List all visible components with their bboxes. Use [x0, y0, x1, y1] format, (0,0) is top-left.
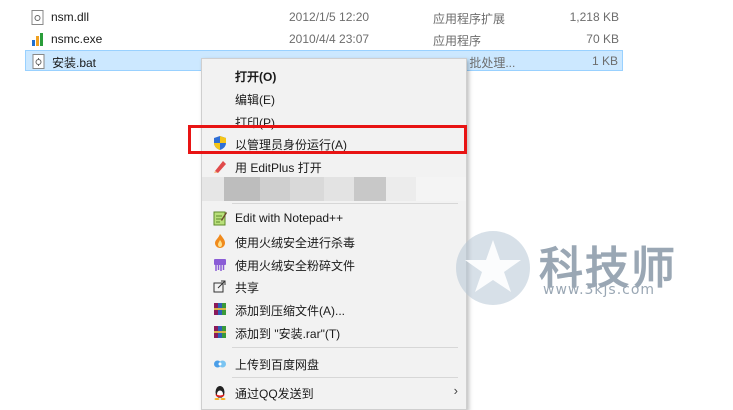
- huorong-flame-icon: [215, 234, 225, 248]
- file-row-nsm-dll[interactable]: nsm.dll 2012/1/5 12:20 应用程序扩展 1,218 KB: [25, 7, 623, 28]
- file-date: 2010/4/4 23:07: [289, 32, 370, 46]
- menu-item-label: 用 EditPlus 打开: [235, 161, 322, 175]
- menu-item-notepadpp[interactable]: Edit with Notepad++: [202, 207, 466, 229]
- file-row-nsmc-exe[interactable]: nsmc.exe 2010/4/4 23:07 应用程序 70 KB: [25, 29, 623, 50]
- menu-item-add-rar[interactable]: 添加到 "安装.rar"(T): [202, 321, 466, 343]
- file-size: 1,218 KB: [569, 10, 619, 24]
- menu-item-label: Edit with Notepad++: [235, 211, 344, 225]
- menu-item-edit[interactable]: 编辑(E): [202, 87, 466, 109]
- bat-file-icon: [32, 54, 45, 69]
- menu-item-label: 上传到百度网盘: [235, 358, 320, 372]
- menu-separator: [232, 377, 458, 378]
- menu-item-label: 共享: [235, 281, 260, 295]
- file-name: nsmc.exe: [51, 32, 103, 46]
- menu-item-editplus[interactable]: 用 EditPlus 打开: [202, 155, 466, 177]
- menu-item-huorong-scan[interactable]: 使用火绒安全进行杀毒: [202, 230, 466, 252]
- highlight-box: [188, 125, 467, 154]
- menu-item-huorong-shred[interactable]: 使用火绒安全粉碎文件: [202, 253, 466, 275]
- file-name: 安装.bat: [52, 56, 97, 70]
- submenu-arrow-icon: ›: [453, 383, 458, 398]
- menu-item-baidu-upload[interactable]: 上传到百度网盘: [202, 352, 466, 374]
- menu-item-open[interactable]: 打开(O): [202, 64, 466, 86]
- qq-penguin-icon: [214, 386, 226, 400]
- menu-separator: [232, 347, 458, 348]
- menu-item-label: 打开(O): [235, 70, 277, 84]
- blurred-menu-item: [202, 177, 466, 201]
- file-type: 应用程序扩展: [433, 12, 506, 26]
- menu-item-label: 使用火绒安全进行杀毒: [235, 236, 356, 250]
- dll-file-icon: [31, 10, 44, 25]
- menu-item-label: 使用火绒安全粉碎文件: [235, 259, 356, 273]
- file-date: 2012/1/5 12:20: [289, 10, 370, 24]
- share-icon: [213, 280, 226, 293]
- watermark-logo-icon: [456, 231, 530, 305]
- context-menu: 打开(O) 编辑(E) 打印(P) 以管理员身份运行(A) 用 EditPlus…: [201, 58, 467, 410]
- menu-item-label: 添加到 "安装.rar"(T): [235, 327, 341, 341]
- menu-item-label: 添加到压缩文件(A)...: [235, 304, 345, 318]
- menu-item-add-archive[interactable]: 添加到压缩文件(A)...: [202, 298, 466, 320]
- file-type: 应用程序: [433, 34, 482, 48]
- winrar-icon: [214, 303, 226, 315]
- watermark: 科技师 www.3kjs.com: [453, 228, 733, 308]
- menu-item-share[interactable]: 共享: [202, 275, 466, 297]
- winrar-icon: [214, 326, 226, 338]
- exe-file-icon: [32, 33, 43, 46]
- file-size: 70 KB: [586, 32, 619, 46]
- menu-item-label: 通过QQ发送到: [235, 387, 314, 401]
- baidu-netdisk-icon: [214, 360, 226, 368]
- file-size: 1 KB: [591, 54, 618, 68]
- menu-item-qq-send[interactable]: 通过QQ发送到 ›: [202, 381, 466, 403]
- menu-separator: [232, 203, 458, 204]
- watermark-url: www.3kjs.com: [543, 282, 656, 298]
- shredder-icon: [214, 259, 226, 271]
- menu-item-label: 编辑(E): [235, 93, 275, 107]
- file-name: nsm.dll: [51, 10, 90, 24]
- editplus-icon: [214, 161, 226, 173]
- notepadpp-icon: [213, 211, 227, 226]
